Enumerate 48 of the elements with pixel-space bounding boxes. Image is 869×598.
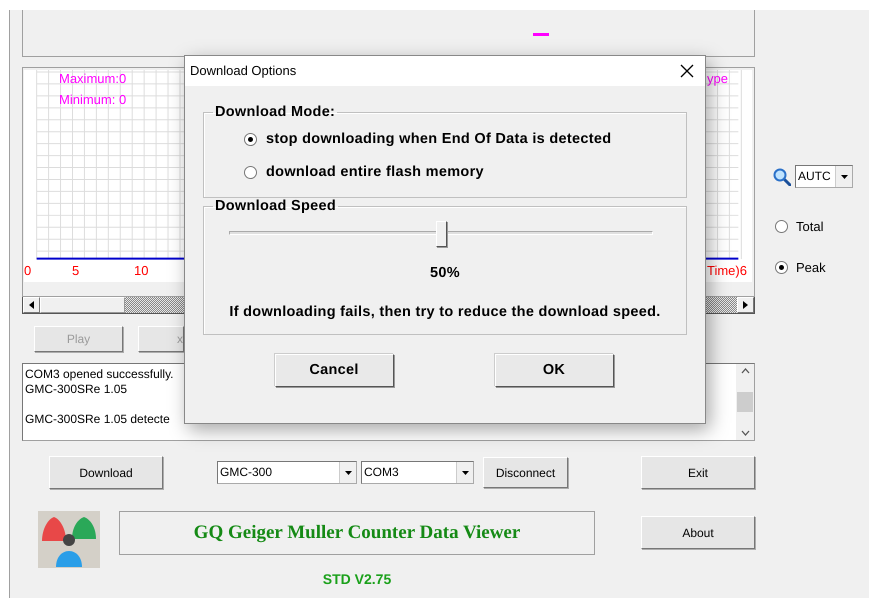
vertical-scrollbar[interactable] <box>736 364 754 440</box>
dash-mark <box>533 33 549 36</box>
hint-text: If downloading fails, then try to reduce the download speed. <box>229 304 661 320</box>
scroll-up-icon[interactable] <box>740 368 750 374</box>
cancel-button[interactable]: Cancel <box>274 354 394 387</box>
logo-icon <box>38 511 100 568</box>
version-label: STD V2.75 <box>322 571 392 587</box>
dropdown-arrow-icon[interactable] <box>344 470 352 474</box>
exit-button[interactable]: Exit <box>641 456 755 489</box>
speed-slider[interactable] <box>229 220 653 246</box>
scroll-thumb[interactable] <box>737 392 753 412</box>
close-icon <box>680 64 694 78</box>
group-label: Download Mode: <box>214 104 336 121</box>
model-select[interactable]: GMC-300 <box>217 461 357 484</box>
about-button[interactable]: About <box>641 516 755 549</box>
ok-button[interactable]: OK <box>494 354 614 387</box>
axis-label: Time)6 <box>707 263 747 278</box>
dropdown-arrow-icon[interactable] <box>462 470 468 474</box>
mode-option[interactable]: download entire flash memory <box>244 162 686 184</box>
group-label: Download Speed <box>214 198 338 214</box>
disconnect-button[interactable]: Disconnect <box>483 457 568 488</box>
speed-reading: 50% <box>430 264 460 280</box>
view-option[interactable]: Peak <box>775 258 853 277</box>
right-arrow-icon[interactable] <box>743 301 748 309</box>
mode-option[interactable]: stop downloading when End Of Data is detected <box>244 129 686 151</box>
max-label: Maximum:0 <box>59 71 126 86</box>
log-line: COM3 opened successfully. <box>25 367 174 382</box>
scroll-left-button[interactable] <box>23 297 40 313</box>
magnifier-icon[interactable] <box>773 168 791 186</box>
axis-label: 0 <box>24 263 32 278</box>
port-select[interactable]: COM3 <box>361 461 474 484</box>
legend-label: ype <box>707 71 728 86</box>
min-label: Minimum: 0 <box>59 92 126 107</box>
left-arrow-icon[interactable] <box>29 301 34 309</box>
download-button[interactable]: Download <box>49 456 163 489</box>
scroll-down-icon[interactable] <box>740 430 750 436</box>
view-option[interactable]: Total <box>775 217 853 236</box>
axis-label: 10 <box>134 263 148 278</box>
dialog-title: Download Options <box>190 62 296 80</box>
log-line: GMC-300SRe 1.05 <box>25 382 128 397</box>
dropdown-arrow-icon[interactable] <box>840 174 848 178</box>
slider-thumb[interactable] <box>436 220 447 246</box>
log-line: GMC-300SRe 1.05 detecte <box>25 412 170 427</box>
scroll-right-button[interactable] <box>737 297 754 313</box>
zoom-select[interactable]: AUTC <box>795 165 853 188</box>
axis-label: 5 <box>72 263 80 278</box>
app-title: GQ Geiger Muller Counter Data Viewer <box>119 511 595 555</box>
scroll-thumb[interactable] <box>40 297 125 313</box>
